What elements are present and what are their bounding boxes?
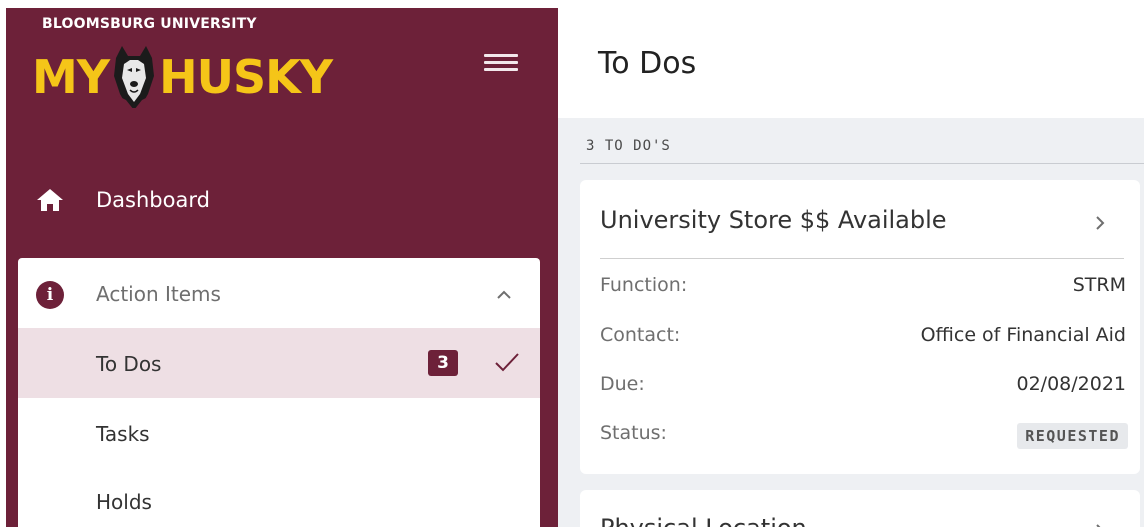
sidebar-item-label: To Dos [96, 352, 162, 376]
sidebar-item-tasks[interactable]: Tasks [18, 398, 540, 468]
logo-text-husky: HUSKY [159, 50, 333, 104]
hamburger-icon[interactable] [484, 54, 518, 76]
count-badge: 3 [428, 350, 458, 376]
husky-mascot-icon [114, 46, 155, 110]
action-items-label: Action Items [96, 282, 221, 306]
sidebar-item-label: Tasks [96, 422, 150, 446]
main-content: 3 TO DO'S University Store $$ Available … [558, 118, 1144, 527]
due-value: 02/08/2021 [1016, 373, 1126, 395]
page-title: To Dos [598, 46, 697, 81]
due-label: Due: [600, 373, 645, 395]
function-value: STRM [1072, 274, 1126, 296]
divider [600, 258, 1124, 259]
status-label: Status: [600, 422, 667, 444]
chevron-up-icon [497, 290, 511, 299]
sidebar-item-to-dos[interactable]: To Dos 3 [18, 328, 540, 398]
app-frame: BLOOMSBURG UNIVERSITY MY HUSKY Dashboard… [0, 0, 1144, 527]
sidebar-item-label: Holds [96, 490, 152, 514]
home-icon [37, 189, 63, 211]
chevron-right-icon [1096, 524, 1101, 527]
todo-card[interactable]: University Store $$ Available Function: … [580, 180, 1140, 474]
function-label: Function: [600, 274, 688, 296]
logo-text-my: MY [32, 50, 110, 104]
page-header: To Dos [558, 8, 1144, 118]
sidebar: BLOOMSBURG UNIVERSITY MY HUSKY Dashboard… [6, 8, 558, 527]
chevron-right-icon [1096, 216, 1105, 230]
sidebar-item-label: Dashboard [96, 188, 210, 212]
app-logo[interactable]: MY HUSKY [32, 44, 333, 110]
check-icon [495, 353, 519, 372]
action-items-toggle[interactable]: i Action Items [18, 258, 540, 328]
todo-card-title: Physical Location [600, 514, 807, 527]
brand-header: BLOOMSBURG UNIVERSITY MY HUSKY [6, 8, 558, 118]
todo-count-label: 3 TO DO'S [586, 138, 671, 154]
contact-value: Office of Financial Aid [920, 324, 1126, 346]
university-name: BLOOMSBURG UNIVERSITY [42, 16, 257, 32]
todo-card[interactable]: Physical Location [580, 490, 1140, 527]
status-badge: REQUESTED [1017, 423, 1128, 449]
todo-card-title: University Store $$ Available [600, 206, 947, 234]
action-items-submenu: i Action Items To Dos 3 Tasks Holds [18, 258, 540, 527]
sidebar-item-holds[interactable]: Holds [18, 468, 540, 527]
sidebar-item-dashboard[interactable]: Dashboard [6, 176, 558, 224]
info-icon: i [36, 281, 64, 309]
divider [580, 163, 1144, 164]
contact-label: Contact: [600, 324, 681, 346]
